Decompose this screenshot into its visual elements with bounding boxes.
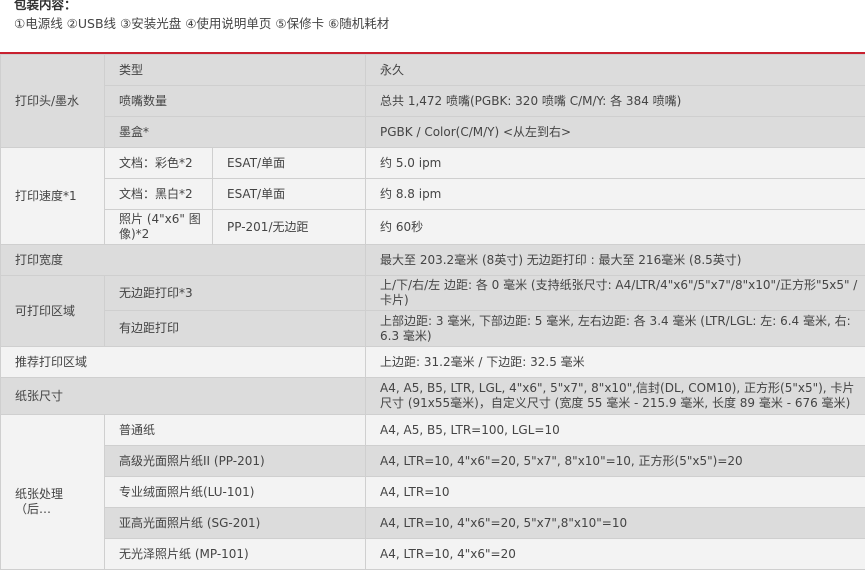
row-value: A4, LTR=10 [366, 477, 865, 508]
table-row: 打印头/墨水 类型 永久 [1, 55, 865, 86]
table-row: 打印宽度 最大至 203.2毫米 (8英寸) 无边距打印 : 最大至 216毫米… [1, 245, 865, 276]
table-row: 推荐打印区域 上边距: 31.2毫米 / 下边距: 32.5 毫米 [1, 347, 865, 378]
row-label: 打印宽度 [1, 245, 366, 276]
row-value: A4, LTR=10, 4"x6"=20, 5"x7", 8"x10"=10, … [366, 446, 865, 477]
row-mode: ESAT/单面 [213, 148, 366, 179]
group-print-speed: 打印速度*1 [1, 148, 105, 245]
table-row: 喷嘴数量 总共 1,472 喷嘴(PGBK: 320 喷嘴 C/M/Y: 各 3… [1, 86, 865, 117]
row-label: 墨盒* [105, 117, 366, 148]
row-label: 有边距打印 [105, 311, 366, 347]
row-label: 无边距打印*3 [105, 276, 366, 311]
row-label: 文档：彩色*2 [105, 148, 213, 179]
row-value: 上边距: 31.2毫米 / 下边距: 32.5 毫米 [366, 347, 865, 378]
table-row: 照片 (4"x6" 图像)*2 PP-201/无边距 约 60秒 [1, 210, 865, 245]
row-label: 普通纸 [105, 415, 366, 446]
table-row: 纸张处理（后… 普通纸 A4, A5, B5, LTR=100, LGL=10 [1, 415, 865, 446]
table-row: 有边距打印 上部边距: 3 毫米, 下部边距: 5 毫米, 左右边距: 各 3.… [1, 311, 865, 347]
row-value: 上部边距: 3 毫米, 下部边距: 5 毫米, 左右边距: 各 3.4 毫米 (… [366, 311, 865, 347]
table-row: 可打印区域 无边距打印*3 上/下/右/左 边距: 各 0 毫米 (支持纸张尺寸… [1, 276, 865, 311]
table-row: 高级光面照片纸II (PP-201) A4, LTR=10, 4"x6"=20,… [1, 446, 865, 477]
row-label: 文档：黑白*2 [105, 179, 213, 210]
row-value: 约 60秒 [366, 210, 865, 245]
row-value: 上/下/右/左 边距: 各 0 毫米 (支持纸张尺寸: A4/LTR/4"x6"… [366, 276, 865, 311]
row-label: 类型 [105, 55, 366, 86]
table-row: 文档：黑白*2 ESAT/单面 约 8.8 ipm [1, 179, 865, 210]
package-contents: 包装内容： ①电源线 ②USB线 ③安装光盘 ④使用说明单页 ⑤保修卡 ⑥随机耗… [14, 0, 389, 32]
group-paper-handling-label: 纸张处理（后… [15, 487, 98, 517]
row-value: A4, A5, B5, LTR, LGL, 4"x6", 5"x7", 8"x1… [366, 378, 865, 415]
row-label: 亚高光面照片纸 (SG-201) [105, 508, 366, 539]
row-label: 喷嘴数量 [105, 86, 366, 117]
row-mode: ESAT/单面 [213, 179, 366, 210]
package-title: 包装内容： [14, 0, 389, 12]
table-row: 墨盒* PGBK / Color(C/M/Y) <从左到右> [1, 117, 865, 148]
row-label: 专业绒面照片纸(LU-101) [105, 477, 366, 508]
spec-table: 打印头/墨水 类型 永久 喷嘴数量 总共 1,472 喷嘴(PGBK: 320 … [0, 54, 865, 570]
row-value: A4, LTR=10, 4"x6"=20, 5"x7",8"x10"=10 [366, 508, 865, 539]
row-label: 高级光面照片纸II (PP-201) [105, 446, 366, 477]
row-label: 纸张尺寸 [1, 378, 366, 415]
table-row: 纸张尺寸 A4, A5, B5, LTR, LGL, 4"x6", 5"x7",… [1, 378, 865, 415]
row-value: PGBK / Color(C/M/Y) <从左到右> [366, 117, 865, 148]
row-label: 推荐打印区域 [1, 347, 366, 378]
row-mode: PP-201/无边距 [213, 210, 366, 245]
package-items: ①电源线 ②USB线 ③安装光盘 ④使用说明单页 ⑤保修卡 ⑥随机耗材 [14, 16, 389, 32]
table-row: 专业绒面照片纸(LU-101) A4, LTR=10 [1, 477, 865, 508]
row-value: 总共 1,472 喷嘴(PGBK: 320 喷嘴 C/M/Y: 各 384 喷嘴… [366, 86, 865, 117]
row-value: 最大至 203.2毫米 (8英寸) 无边距打印 : 最大至 216毫米 (8.5… [366, 245, 865, 276]
group-print-head: 打印头/墨水 [1, 55, 105, 148]
row-value: 约 8.8 ipm [366, 179, 865, 210]
spec-table-container: 打印头/墨水 类型 永久 喷嘴数量 总共 1,472 喷嘴(PGBK: 320 … [0, 52, 865, 570]
row-value: 永久 [366, 55, 865, 86]
table-row: 亚高光面照片纸 (SG-201) A4, LTR=10, 4"x6"=20, 5… [1, 508, 865, 539]
row-value: 约 5.0 ipm [366, 148, 865, 179]
row-label: 照片 (4"x6" 图像)*2 [105, 210, 213, 245]
group-printable-area: 可打印区域 [1, 276, 105, 347]
group-paper-handling: 纸张处理（后… [1, 415, 105, 570]
table-row: 打印速度*1 文档：彩色*2 ESAT/单面 约 5.0 ipm [1, 148, 865, 179]
row-value: A4, A5, B5, LTR=100, LGL=10 [366, 415, 865, 446]
